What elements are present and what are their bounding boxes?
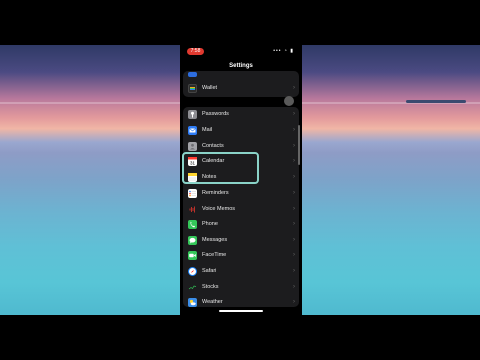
phone-screen: 7:58 ••• ◔ ▮ Settings Wallet › Passwords… xyxy=(180,45,302,315)
voice-memos-icon xyxy=(188,205,197,214)
settings-item-reminders[interactable]: Reminders › xyxy=(183,186,299,201)
wallet-icon xyxy=(188,84,197,93)
safari-icon xyxy=(188,267,197,276)
chevron-right-icon: › xyxy=(293,252,295,258)
weather-icon xyxy=(188,298,197,307)
settings-item-label: Weather xyxy=(202,299,223,305)
settings-item-label: Wallet xyxy=(202,85,218,91)
reminders-icon xyxy=(188,189,197,198)
chevron-right-icon: › xyxy=(293,143,295,149)
phone-icon xyxy=(188,220,197,229)
status-icons: ••• ◔ ▮ xyxy=(273,48,294,54)
settings-item-weather[interactable]: Weather › xyxy=(183,295,299,310)
chevron-right-icon: › xyxy=(293,237,295,243)
chevron-right-icon: › xyxy=(293,111,295,117)
settings-item-passwords[interactable]: Passwords › xyxy=(183,107,299,122)
settings-item-phone[interactable]: Phone › xyxy=(183,217,299,232)
settings-item-stocks[interactable]: Stocks › xyxy=(183,280,299,295)
settings-item-label: FaceTime xyxy=(202,252,227,258)
settings-item-label: Phone xyxy=(202,221,218,227)
settings-item-label: Passwords xyxy=(202,111,229,117)
home-indicator[interactable] xyxy=(219,310,263,312)
settings-item-safari[interactable]: Safari › xyxy=(183,264,299,279)
wallpaper-left xyxy=(0,45,180,315)
highlight-annotation xyxy=(182,152,259,184)
settings-item-label: Voice Memos xyxy=(202,206,236,212)
chevron-right-icon: › xyxy=(293,268,295,274)
status-time: 7:58 xyxy=(187,48,204,55)
chevron-right-icon: › xyxy=(293,174,295,180)
settings-item-wallet[interactable]: Wallet › xyxy=(183,81,299,96)
assistive-touch-button[interactable] xyxy=(284,96,294,106)
settings-item-facetime[interactable]: FaceTime › xyxy=(183,248,299,263)
scrollbar[interactable] xyxy=(298,125,300,165)
letterbox-top xyxy=(0,0,480,45)
facetime-icon xyxy=(188,251,197,260)
chevron-right-icon: › xyxy=(293,85,295,91)
chevron-right-icon: › xyxy=(293,127,295,133)
settings-item-label: Reminders xyxy=(202,190,229,196)
contacts-icon xyxy=(188,142,197,151)
stocks-icon xyxy=(188,283,197,292)
settings-item-voice-memos[interactable]: Voice Memos › xyxy=(183,202,299,217)
chevron-right-icon: › xyxy=(293,206,295,212)
settings-item-partial[interactable] xyxy=(183,67,299,82)
settings-item-label: Safari xyxy=(202,268,217,274)
chevron-right-icon: › xyxy=(293,190,295,196)
partial-icon xyxy=(188,72,197,77)
chevron-right-icon: › xyxy=(293,158,295,164)
chevron-right-icon: › xyxy=(293,221,295,227)
settings-item-messages[interactable]: Messages › xyxy=(183,233,299,248)
chevron-right-icon: › xyxy=(293,284,295,290)
mail-icon xyxy=(188,126,197,135)
messages-icon xyxy=(188,236,197,245)
chevron-right-icon: › xyxy=(293,299,295,305)
settings-item-mail[interactable]: Mail › xyxy=(183,123,299,138)
letterbox-bottom xyxy=(0,315,480,360)
key-icon xyxy=(188,110,197,119)
settings-item-label: Messages xyxy=(202,237,228,243)
settings-item-label: Mail xyxy=(202,127,213,133)
wallpaper-right xyxy=(302,45,480,315)
status-bar: 7:58 ••• ◔ ▮ xyxy=(180,45,302,59)
settings-item-label: Stocks xyxy=(202,284,219,290)
